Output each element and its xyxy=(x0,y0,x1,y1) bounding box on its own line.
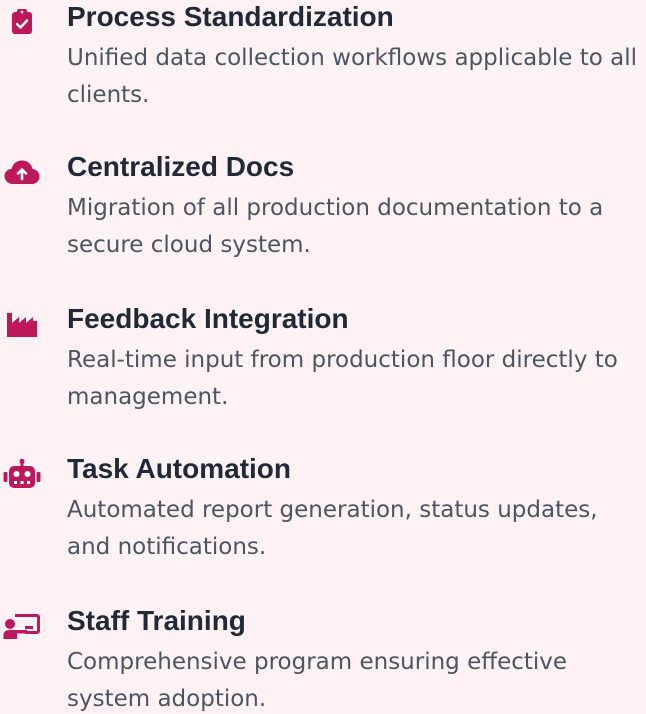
feature-description: Unified data collection workflows applic… xyxy=(67,45,637,108)
feature-description: Comprehensive program ensuring effective… xyxy=(67,649,568,712)
feature-title: Process Standardization xyxy=(67,1,394,32)
feature-item-staff-training: Staff Training Comprehensive program ens… xyxy=(0,604,646,714)
feature-item-centralized-docs: Centralized Docs Migration of all produc… xyxy=(0,150,646,260)
feature-description: Automated report generation, status upda… xyxy=(67,497,598,560)
chalkboard-teacher-icon xyxy=(0,604,44,648)
feature-title: Staff Training xyxy=(67,605,246,636)
clipboard-check-icon xyxy=(0,0,44,44)
cloud-upload-icon xyxy=(0,150,44,194)
feature-item-process-standardization: Process Standardization Unified data col… xyxy=(0,0,646,110)
feature-description: Migration of all production documentatio… xyxy=(67,195,604,258)
feature-title: Feedback Integration xyxy=(67,303,349,334)
robot-icon xyxy=(0,452,44,496)
feature-description: Real-time input from production floor di… xyxy=(67,347,618,410)
feature-title: Centralized Docs xyxy=(67,151,295,182)
feature-title: Task Automation xyxy=(67,453,292,484)
factory-icon xyxy=(0,302,44,346)
feature-item-task-automation: Task Automation Automated report generat… xyxy=(0,452,646,562)
feature-item-feedback-integration: Feedback Integration Real-time input fro… xyxy=(0,302,646,412)
feature-list: Process Standardization Unified data col… xyxy=(0,0,646,714)
